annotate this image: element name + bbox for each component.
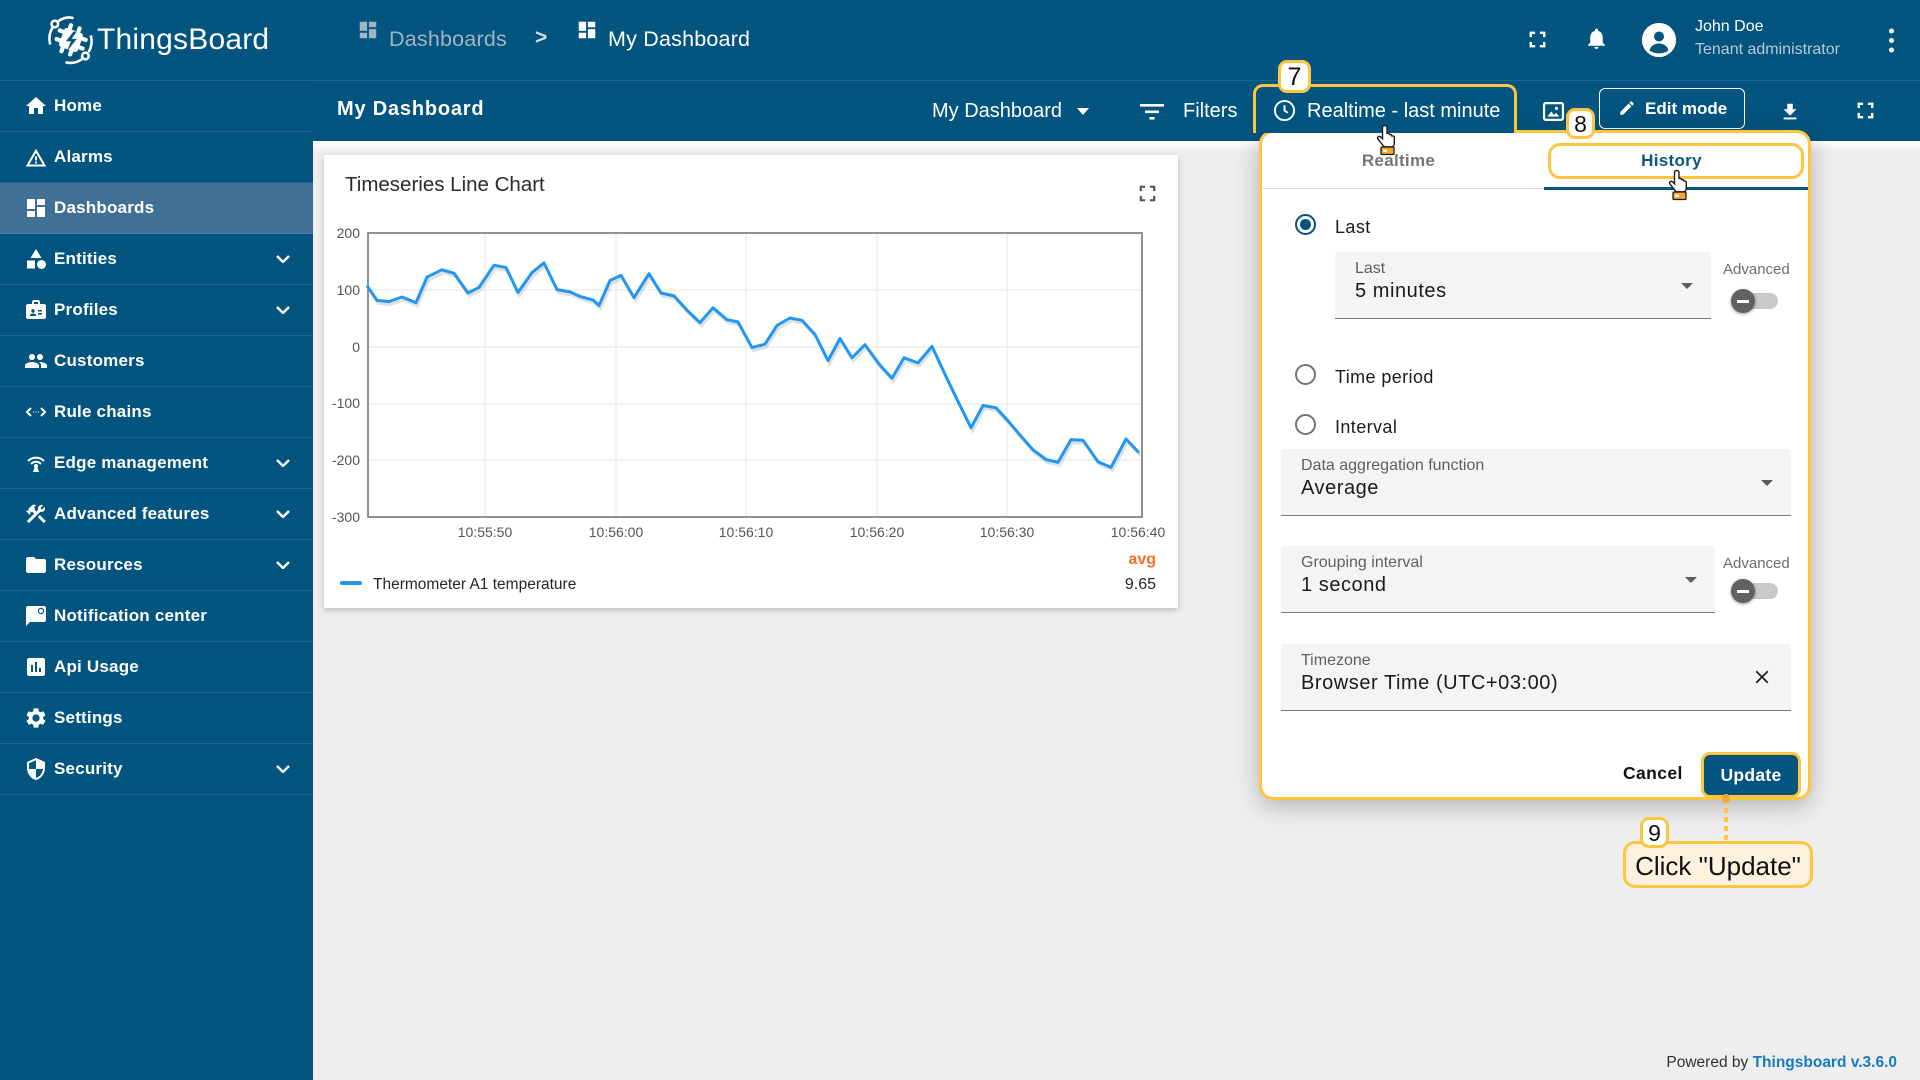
- svg-text:200: 200: [337, 225, 361, 241]
- svg-text:Thermometer A1 temperature: Thermometer A1 temperature: [373, 576, 576, 593]
- svg-text:10:56:20: 10:56:20: [850, 524, 905, 540]
- svg-text:-200: -200: [332, 452, 360, 468]
- svg-text:9.65: 9.65: [1125, 576, 1156, 593]
- svg-text:10:56:10: 10:56:10: [719, 524, 774, 540]
- svg-text:0: 0: [352, 339, 360, 355]
- svg-text:100: 100: [337, 282, 361, 298]
- svg-text:-100: -100: [332, 395, 360, 411]
- svg-text:10:56:00: 10:56:00: [589, 524, 644, 540]
- svg-text:10:56:30: 10:56:30: [980, 524, 1035, 540]
- svg-text:10:56:40: 10:56:40: [1111, 524, 1166, 540]
- svg-text:avg: avg: [1128, 551, 1156, 568]
- svg-text:-300: -300: [332, 509, 360, 525]
- svg-text:10:55:50: 10:55:50: [458, 524, 513, 540]
